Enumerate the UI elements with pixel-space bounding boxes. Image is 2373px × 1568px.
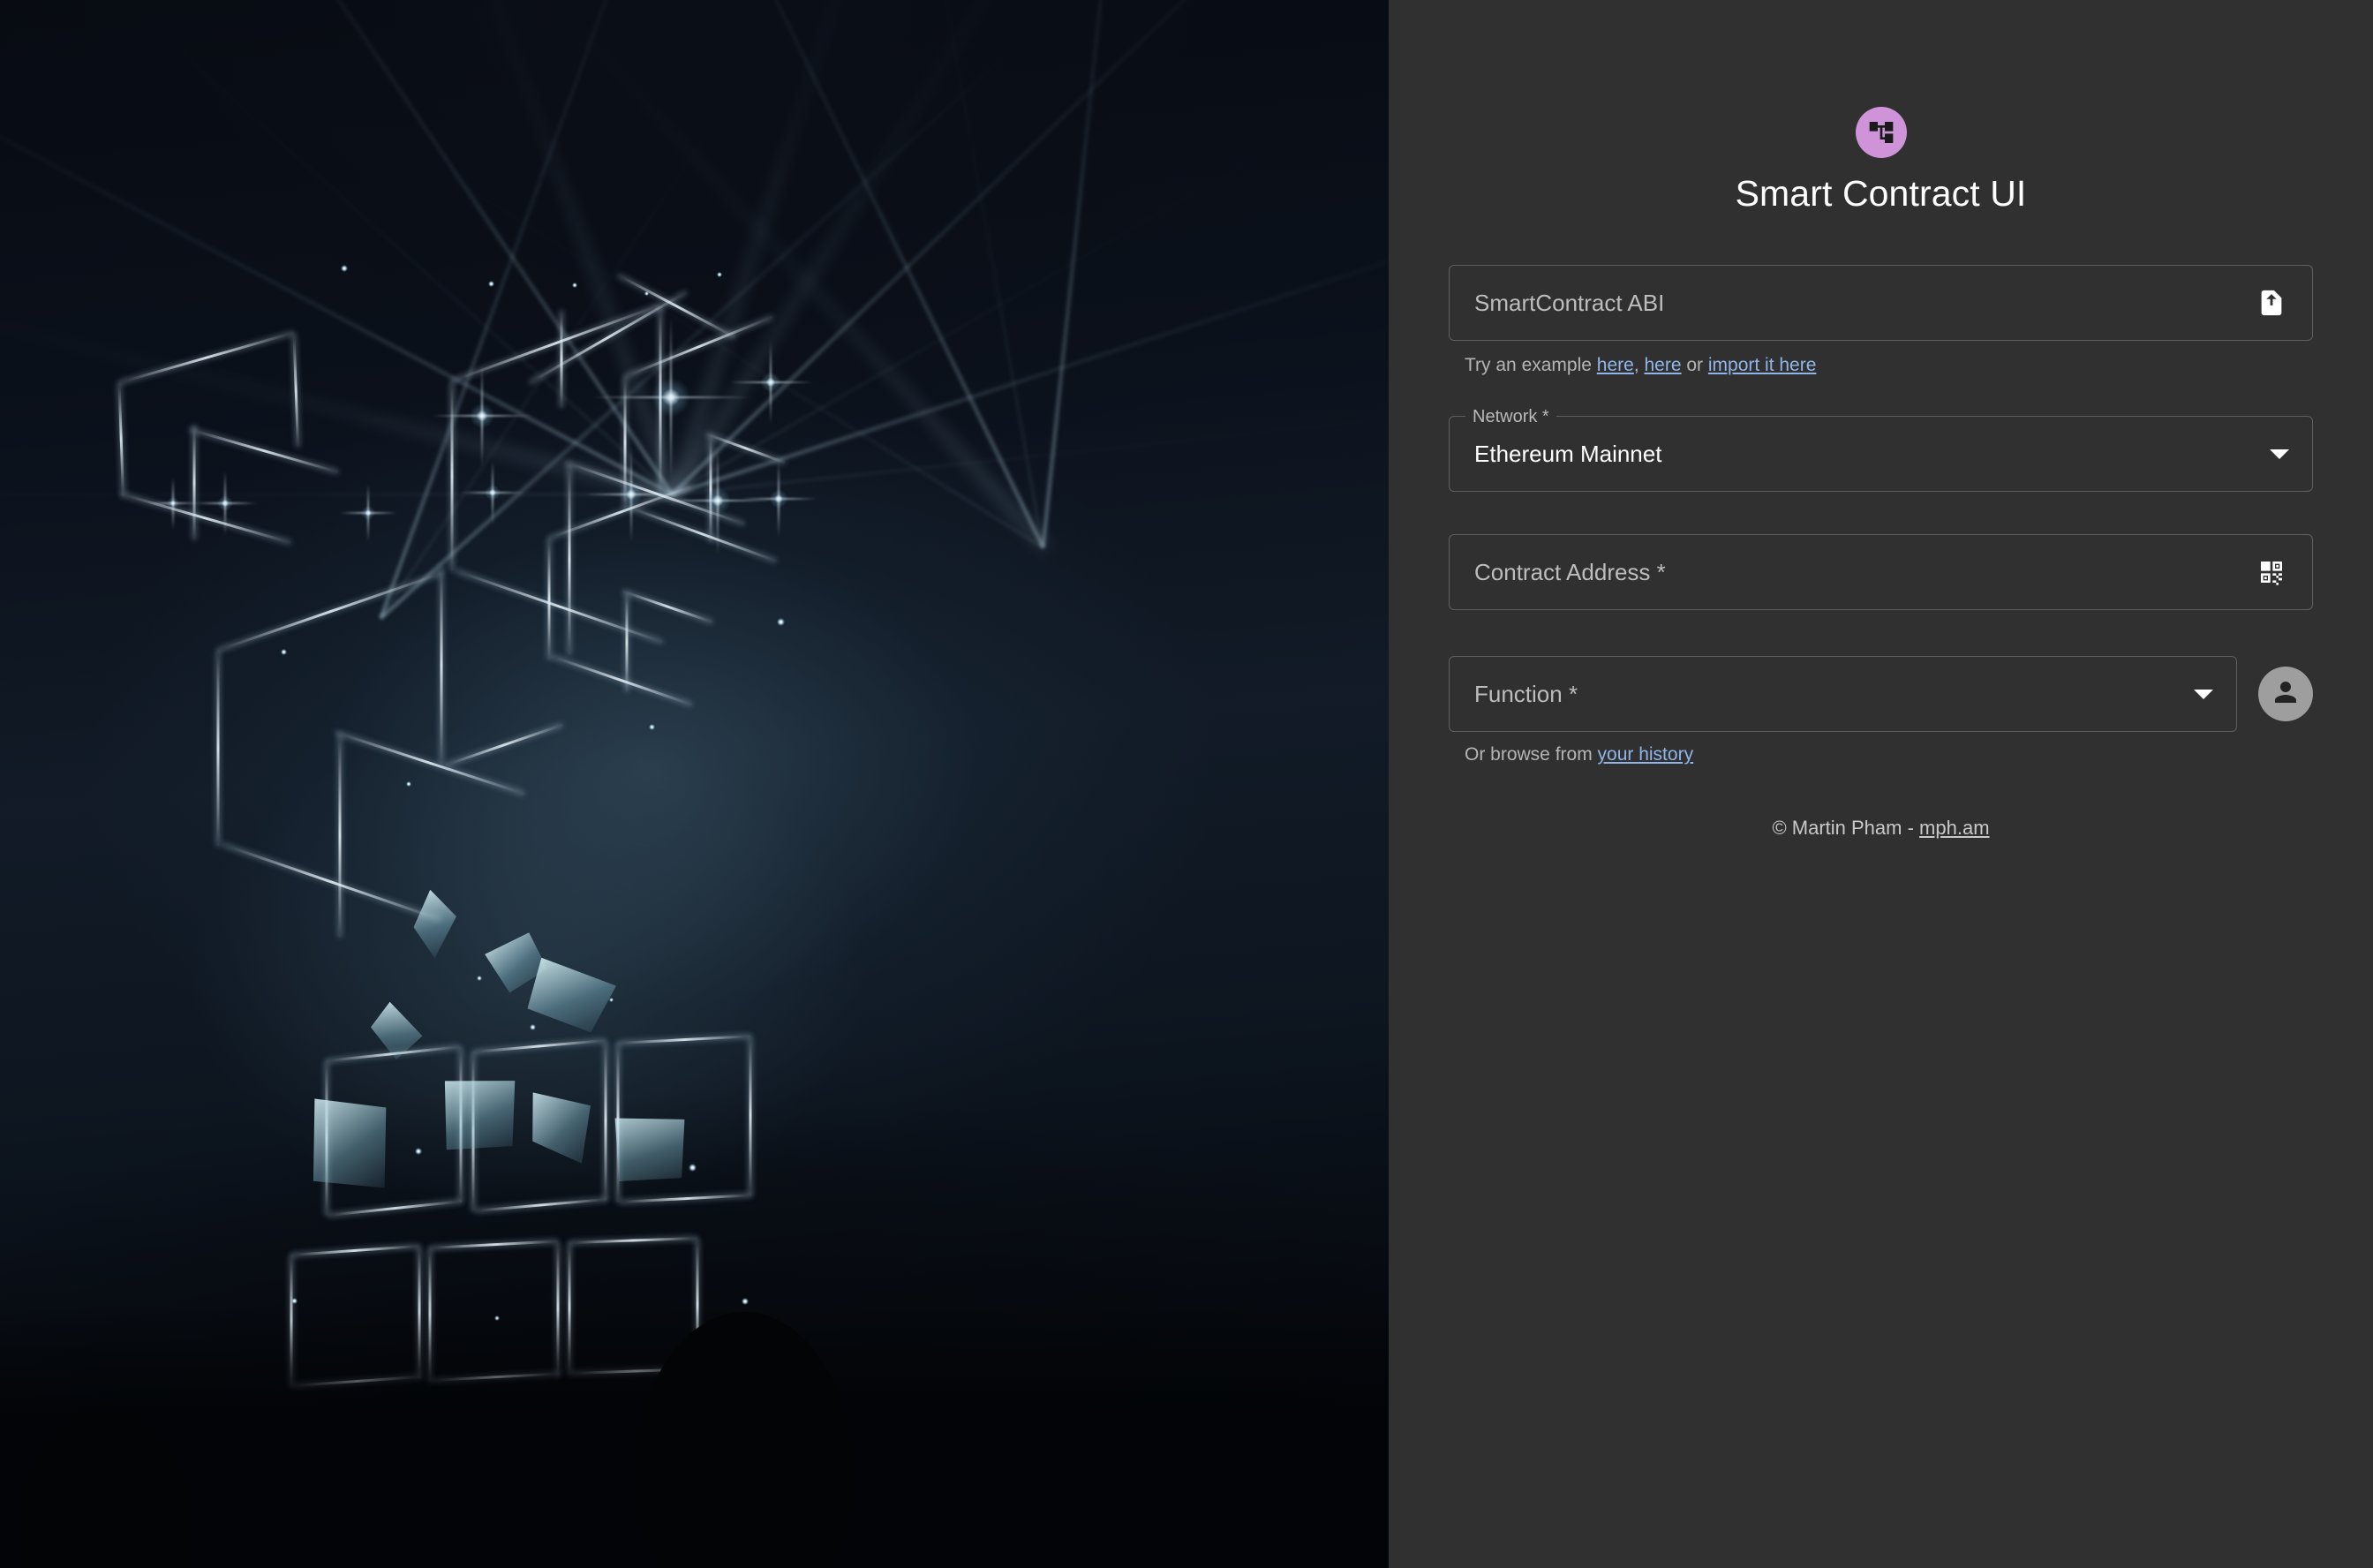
contract-address-placeholder: Contract Address *: [1474, 558, 1666, 585]
page-title: Smart Contract UI: [1735, 173, 2027, 214]
hero-image: [0, 0, 1389, 1568]
chevron-down-icon[interactable]: [2270, 449, 2289, 459]
sparkle: [572, 283, 577, 288]
footer: © Martin Pham - mph.am: [1449, 817, 2313, 840]
upload-file-icon[interactable]: [2254, 285, 2289, 320]
network-select[interactable]: Network * Ethereum Mainnet: [1449, 405, 2313, 493]
qr-code-scanner-icon[interactable]: [2254, 554, 2289, 590]
sparkle: [341, 265, 348, 272]
abi-helper-separator-1: ,: [1633, 355, 1645, 376]
stage-light-burst: [360, 505, 376, 521]
stage-light-burst: [649, 375, 693, 419]
function-select[interactable]: Function *: [1449, 656, 2237, 733]
sparkle: [649, 724, 655, 730]
stage-light-burst: [216, 494, 234, 512]
sparkle: [609, 998, 614, 1002]
footer-copyright: © Martin Pham -: [1772, 817, 1920, 840]
abi-input-field[interactable]: SmartContract ABI: [1449, 265, 2313, 342]
contract-address-input-field[interactable]: Contract Address *: [1449, 534, 2313, 611]
account-button[interactable]: [2258, 667, 2313, 722]
example-link-1[interactable]: here: [1597, 355, 1634, 375]
sparkle: [644, 291, 649, 296]
network-select-label: Network *: [1465, 405, 1556, 429]
glass-shard: [438, 1074, 520, 1157]
chevron-down-icon[interactable]: [2194, 689, 2213, 699]
sparkle: [406, 781, 411, 787]
abi-helper-text: Try an example here, here or import it h…: [1449, 354, 2313, 377]
stage-light-burst: [703, 486, 733, 516]
sparkle: [477, 976, 482, 981]
abi-input-placeholder: SmartContract ABI: [1474, 289, 1665, 316]
account-tree-icon: [1867, 118, 1895, 147]
footer-link[interactable]: mph.am: [1919, 817, 1989, 839]
stage-light-burst: [618, 481, 644, 508]
app-logo: [1855, 107, 1907, 158]
network-select-value: Ethereum Mainnet: [1474, 440, 1662, 467]
abi-helper-prefix: Try an example: [1465, 355, 1597, 376]
stage-light-burst: [759, 371, 782, 394]
sparkle: [689, 1164, 697, 1172]
example-link-2[interactable]: here: [1644, 355, 1681, 375]
stage-light-burst: [768, 488, 789, 509]
function-helper-prefix: Or browse from: [1465, 744, 1598, 765]
sparkle: [281, 649, 287, 655]
sparkle: [777, 618, 785, 626]
stage-light-burst: [166, 496, 180, 510]
sparkle: [415, 1148, 422, 1155]
your-history-link[interactable]: your history: [1598, 744, 1694, 765]
function-select-placeholder: Function *: [1474, 680, 1578, 707]
form-panel: Smart Contract UI SmartContract ABI Try …: [1389, 0, 2373, 1568]
abi-helper-separator-2: or: [1681, 355, 1708, 376]
stage-light-burst: [468, 402, 496, 430]
stage-light-burst: [484, 484, 501, 501]
sparkle: [488, 281, 494, 287]
function-helper-text: Or browse from your history: [1449, 744, 2313, 765]
sparkle: [717, 272, 722, 277]
function-row: Function *: [1449, 656, 2313, 733]
person-icon: [2270, 676, 2301, 712]
logo-container: [1449, 107, 2313, 158]
app-root: Smart Contract UI SmartContract ABI Try …: [0, 0, 2373, 1568]
import-it-here-link[interactable]: import it here: [1708, 355, 1817, 375]
sparkle: [530, 1024, 536, 1030]
